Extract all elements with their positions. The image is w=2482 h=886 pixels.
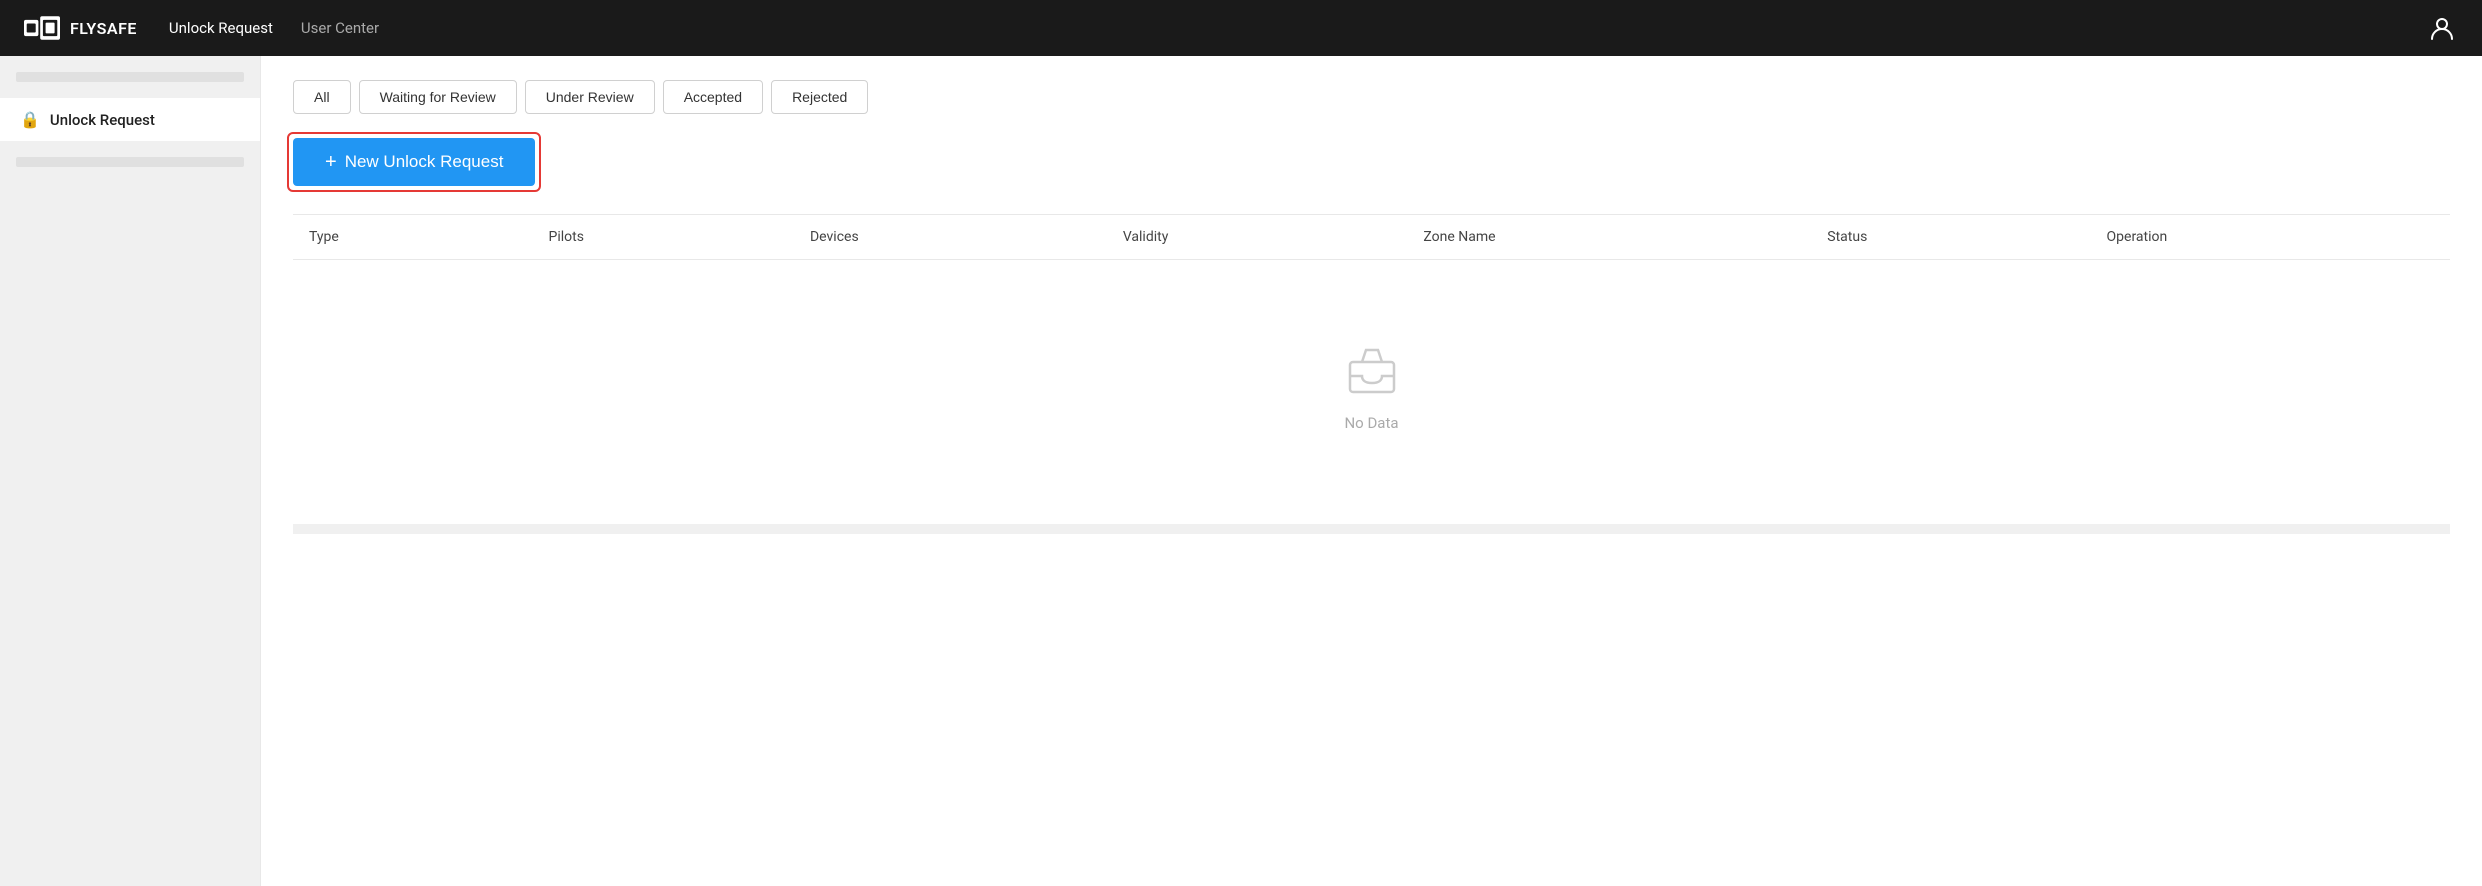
filter-tabs: All Waiting for Review Under Review Acce… <box>293 80 2450 114</box>
filter-tab-rejected[interactable]: Rejected <box>771 80 868 114</box>
filter-tab-all[interactable]: All <box>293 80 351 114</box>
navbar: FLYSAFE Unlock Request User Center <box>0 0 2482 56</box>
table-body: No Data <box>293 260 2450 493</box>
empty-state-cell: No Data <box>293 260 2450 493</box>
content-bottom-bar <box>293 524 2450 534</box>
main-content: All Waiting for Review Under Review Acce… <box>260 56 2482 886</box>
sidebar-bottom-bar <box>16 157 244 167</box>
empty-text: No Data <box>1344 414 1398 432</box>
dji-logo-icon <box>24 16 60 40</box>
sidebar-top-bar <box>16 72 244 82</box>
app-layout: 🔒 Unlock Request All Waiting for Review … <box>0 56 2482 886</box>
col-devices: Devices <box>794 215 1107 260</box>
user-icon-button[interactable] <box>2426 12 2458 44</box>
table-header-row: Type Pilots Devices Validity Zone Name S… <box>293 215 2450 260</box>
person-icon <box>2429 15 2455 41</box>
col-type: Type <box>293 215 533 260</box>
sidebar: 🔒 Unlock Request <box>0 56 260 886</box>
col-validity: Validity <box>1107 215 1408 260</box>
nav-user-center[interactable]: User Center <box>301 19 379 37</box>
filter-tab-under-review[interactable]: Under Review <box>525 80 655 114</box>
nav-unlock-request[interactable]: Unlock Request <box>169 19 273 37</box>
empty-state-row: No Data <box>293 260 2450 493</box>
navbar-right <box>2426 12 2458 44</box>
sidebar-item-label: Unlock Request <box>50 111 155 129</box>
navbar-left: FLYSAFE Unlock Request User Center <box>24 16 379 40</box>
table-header: Type Pilots Devices Validity Zone Name S… <box>293 215 2450 260</box>
nav-links: Unlock Request User Center <box>169 19 379 37</box>
col-status: Status <box>1811 215 2090 260</box>
col-zone-name: Zone Name <box>1407 215 1811 260</box>
brand-name: FLYSAFE <box>70 19 137 38</box>
sidebar-item-unlock-request[interactable]: 🔒 Unlock Request <box>0 98 260 141</box>
empty-inbox-icon <box>1342 340 1402 400</box>
new-request-label: New Unlock Request <box>345 152 504 172</box>
new-request-wrapper: + New Unlock Request <box>293 138 535 186</box>
col-operation: Operation <box>2091 215 2450 260</box>
empty-state: No Data <box>293 260 2450 492</box>
col-pilots: Pilots <box>533 215 794 260</box>
filter-tab-accepted[interactable]: Accepted <box>663 80 763 114</box>
lock-icon: 🔒 <box>20 110 40 129</box>
data-table: Type Pilots Devices Validity Zone Name S… <box>293 214 2450 492</box>
filter-tab-waiting[interactable]: Waiting for Review <box>359 80 517 114</box>
logo-area: FLYSAFE <box>24 16 137 40</box>
new-unlock-request-button[interactable]: + New Unlock Request <box>293 138 535 186</box>
plus-icon: + <box>325 152 337 172</box>
